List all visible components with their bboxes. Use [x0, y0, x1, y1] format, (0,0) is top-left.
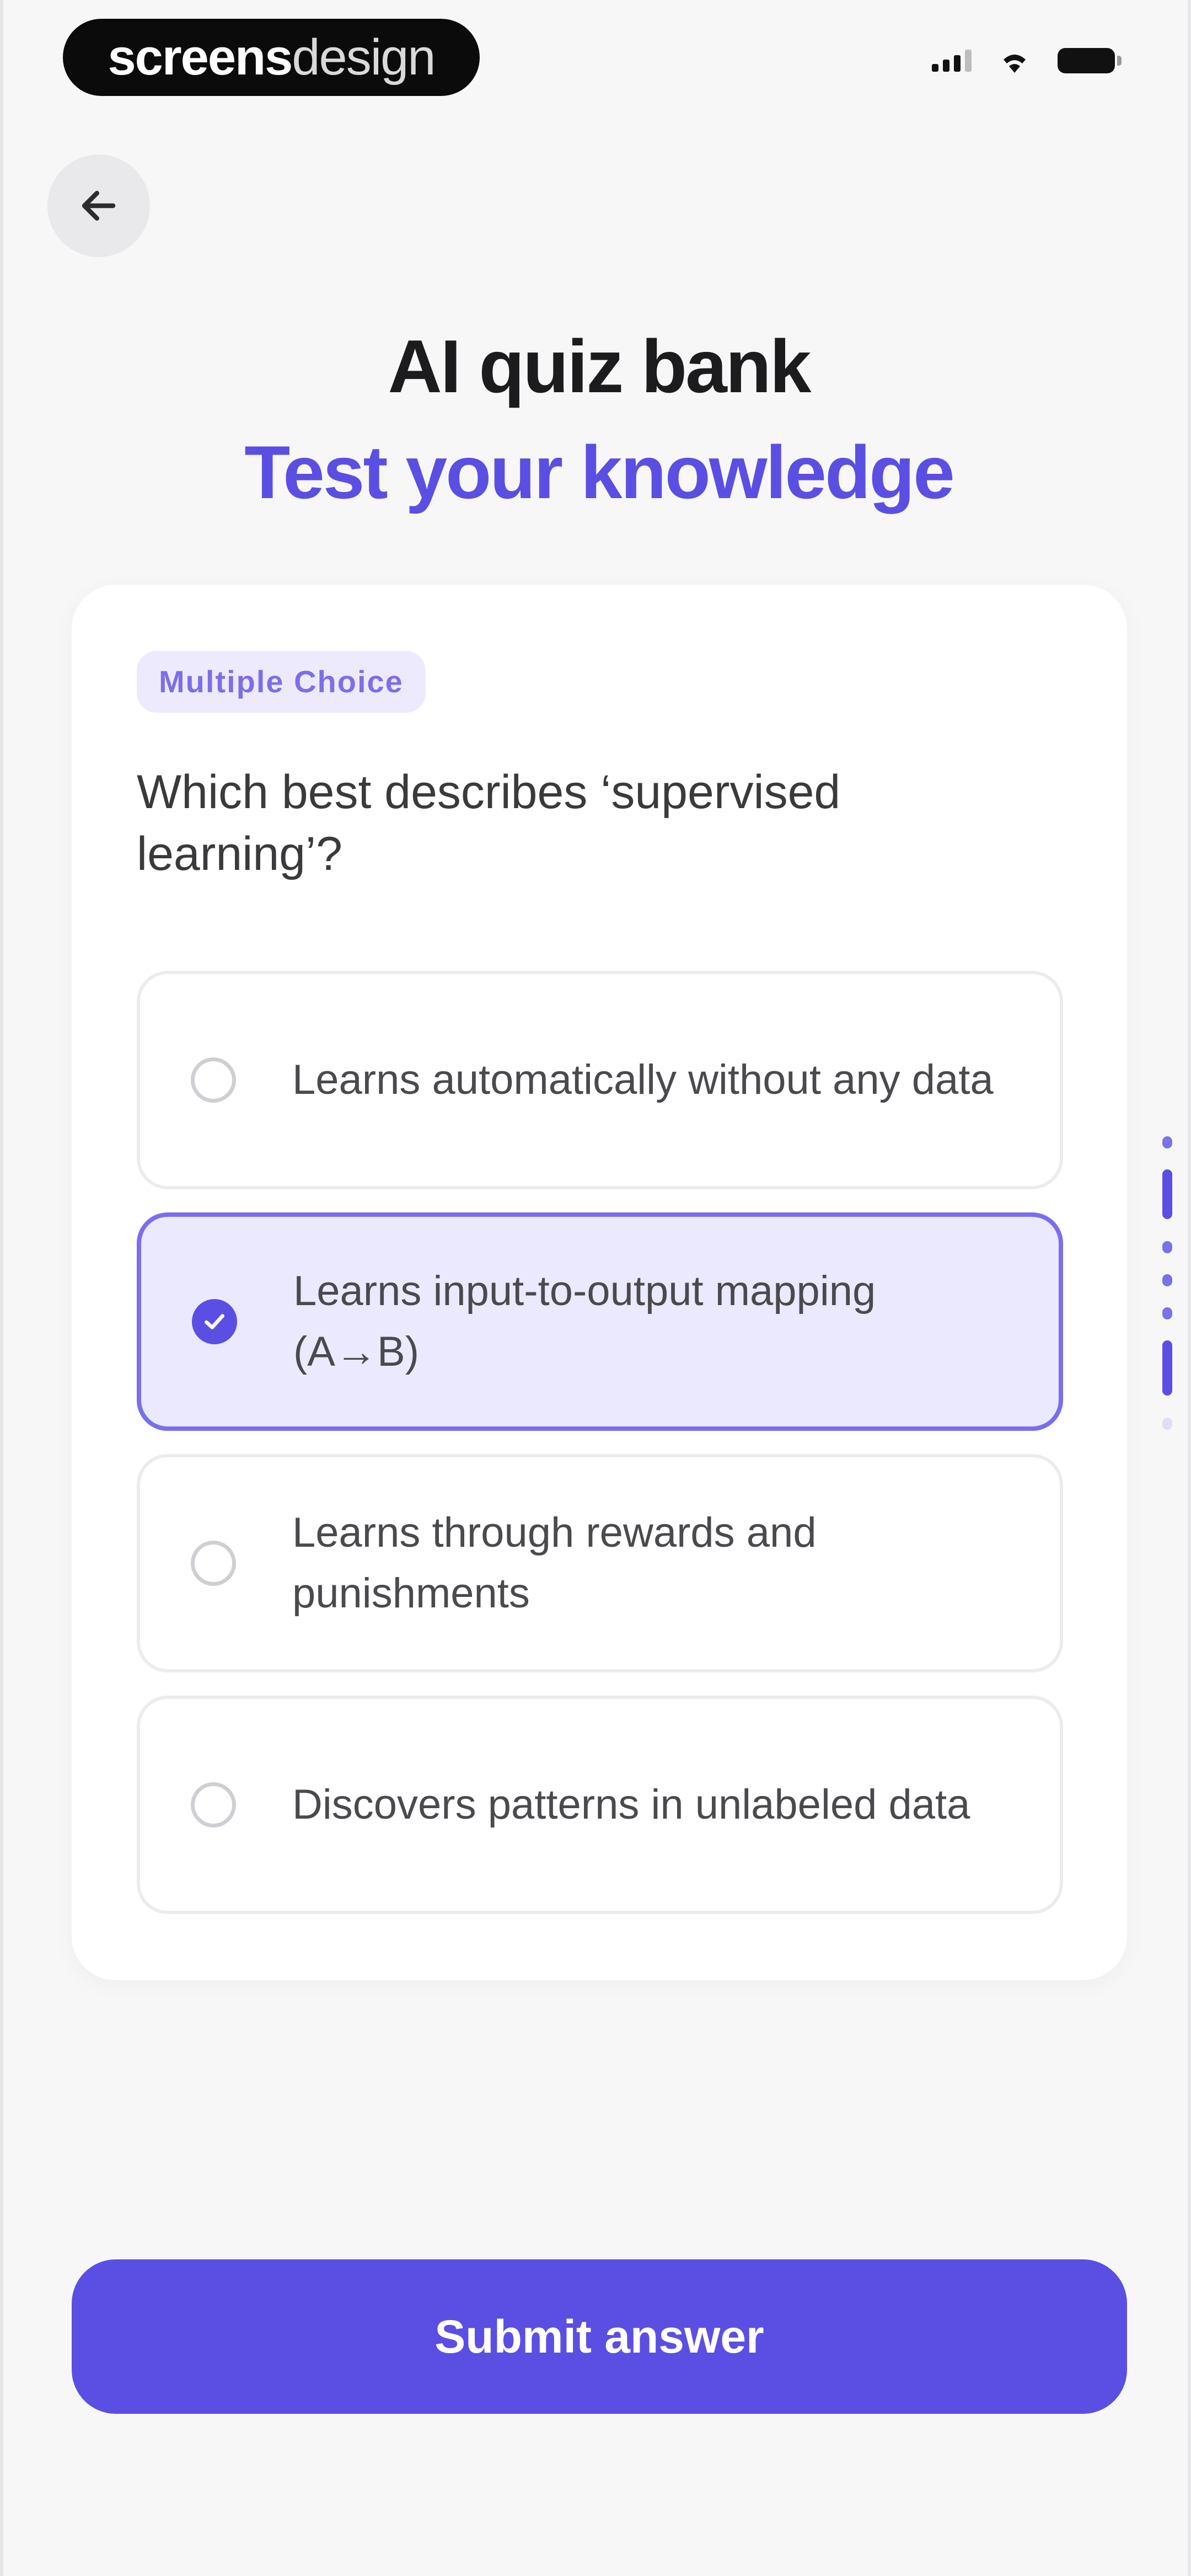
answer-option-label: Learns through rewards and punishments: [292, 1509, 817, 1617]
status-icons: [932, 47, 1122, 74]
page-subtitle: Test your knowledge: [244, 430, 955, 514]
answer-option-label: Discovers patterns in unlabeled data: [292, 1781, 970, 1828]
question-type-badge: Multiple Choice: [137, 651, 426, 713]
brand-bold-text: screens: [108, 29, 293, 85]
quiz-card: Multiple Choice Which best describes ‘su…: [72, 585, 1127, 1980]
checkmark-icon: [205, 1314, 224, 1329]
radio-unchecked-icon[interactable]: [191, 1782, 236, 1827]
wifi-icon: [1004, 55, 1026, 73]
back-button[interactable]: [47, 154, 150, 257]
brand-logo: screens design: [63, 19, 480, 96]
page-title: AI quiz bank: [388, 324, 812, 408]
radio-unchecked-icon[interactable]: [191, 1057, 236, 1103]
battery-icon: [1058, 48, 1122, 73]
arrow-left-icon: [82, 191, 116, 221]
question-text: Which best describes ‘supervised learnin…: [137, 766, 841, 880]
answer-options: Learns automatically without any data Le…: [137, 971, 1063, 1937]
answer-option-2[interactable]: Learns input-to-output mapping (A→B): [137, 1212, 1063, 1431]
signal-icon: [932, 50, 972, 72]
answer-option-3[interactable]: Learns through rewards and punishments: [137, 1454, 1063, 1672]
submit-answer-button[interactable]: Submit answer: [72, 2259, 1127, 2414]
answer-option-4[interactable]: Discovers patterns in unlabeled data: [137, 1696, 1063, 1914]
app-screen: screens design AI quiz bank Test your kno…: [0, 0, 1191, 2576]
brand-light-text: design: [292, 29, 436, 85]
answer-option-label: Learns automatically without any data: [292, 1056, 994, 1103]
radio-checked-icon[interactable]: [192, 1299, 237, 1344]
scroll-indicator[interactable]: [1160, 1136, 1174, 1434]
radio-unchecked-icon[interactable]: [191, 1541, 236, 1586]
answer-option-1[interactable]: Learns automatically without any data: [137, 971, 1063, 1189]
answer-option-label: Learns input-to-output mapping (A→B): [293, 1268, 876, 1375]
